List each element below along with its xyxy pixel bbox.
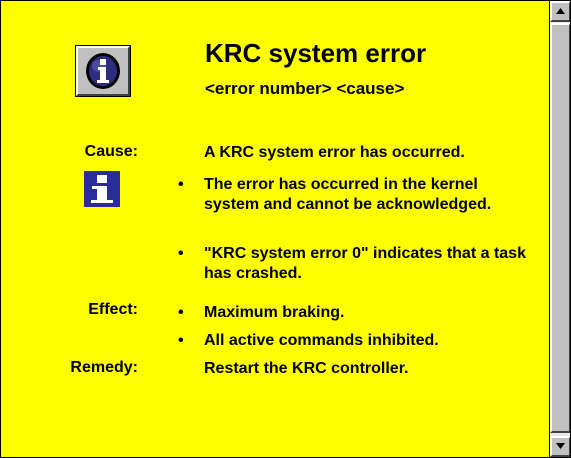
bullet-icon: •	[178, 332, 184, 349]
error-subtitle: <error number> <cause>	[205, 79, 405, 98]
info-icon	[84, 171, 120, 207]
cause-bullet-text: The error has occurred in the kernel sys…	[204, 176, 492, 213]
scroll-down-button[interactable]	[550, 436, 570, 457]
bullet-icon: •	[178, 176, 184, 193]
info-button[interactable]	[76, 46, 130, 96]
info-circle-icon	[86, 53, 120, 89]
help-content: KRC system error <error number> <cause> …	[1, 1, 549, 457]
effect-bullet-text: All active commands inhibited.	[204, 332, 439, 349]
arrow-up-icon	[556, 8, 565, 14]
help-window: KRC system error <error number> <cause> …	[0, 0, 571, 458]
bullet-icon: •	[178, 245, 184, 262]
bullet-icon: •	[178, 304, 184, 321]
scroll-up-button[interactable]	[550, 1, 570, 22]
effect-label: Effect:	[88, 301, 138, 318]
error-title: KRC system error	[205, 38, 427, 68]
remedy-label: Remedy:	[70, 359, 138, 376]
effect-bullet-text: Maximum braking.	[204, 304, 345, 321]
remedy-text: Restart the KRC controller.	[204, 360, 409, 377]
cause-intro: A KRC system error has occurred.	[204, 144, 465, 161]
vertical-scrollbar[interactable]	[549, 1, 570, 457]
arrow-down-icon	[556, 443, 565, 449]
cause-bullet-text: "KRC system error 0" indicates that a ta…	[204, 245, 526, 282]
cause-label: Cause:	[84, 143, 138, 160]
scrollbar-thumb[interactable]	[550, 23, 570, 433]
